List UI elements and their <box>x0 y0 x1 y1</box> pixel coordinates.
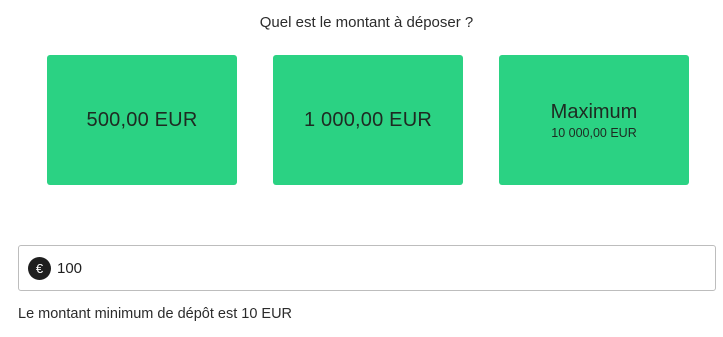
amount-option-1000-button[interactable]: 1 000,00 EUR <box>273 55 463 185</box>
deposit-amount-field[interactable]: € <box>18 245 716 291</box>
deposit-amount-input[interactable] <box>57 259 697 277</box>
minimum-deposit-hint: Le montant minimum de dépôt est 10 EUR <box>18 306 293 322</box>
amount-option-maximum-button[interactable]: Maximum 10 000,00 EUR <box>499 55 689 185</box>
maximum-option-title: Maximum <box>550 100 638 123</box>
deposit-question: Quel est le montant à déposer ? <box>259 14 474 31</box>
amount-option-500-button[interactable]: 500,00 EUR <box>47 55 237 185</box>
euro-icon: € <box>28 256 51 280</box>
amount-option-label: 1 000,00 EUR <box>303 108 433 131</box>
maximum-option-amount: 10 000,00 EUR <box>551 125 637 140</box>
amount-option-label: 500,00 EUR <box>86 108 198 131</box>
